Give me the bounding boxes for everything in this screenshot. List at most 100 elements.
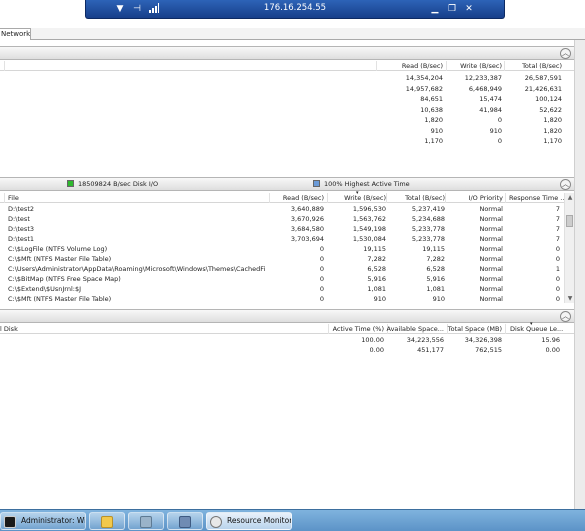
read-cell: 10,638 (420, 105, 443, 114)
read-cell: 3,670,926 (290, 215, 324, 223)
total-cell: 910 (432, 295, 445, 303)
folder-icon (101, 516, 113, 528)
col-write[interactable]: Write (B/sec) (344, 194, 386, 202)
tab-network[interactable]: Network (0, 28, 31, 40)
total-cell: 5,234,688 (411, 215, 445, 223)
table-row[interactable]: C:\$LogFile (NTFS Volume Log) 0 19,115 19,1… (0, 244, 574, 254)
col-write[interactable]: Write (B/sec) (460, 62, 502, 70)
col-total[interactable]: Total (B/sec) (405, 194, 445, 202)
taskbar-item-tools[interactable] (128, 512, 164, 530)
taskbar-item-network[interactable] (167, 512, 203, 530)
io-priority-cell: Normal (479, 255, 503, 263)
table-row[interactable]: D:\test3 3,684,580 1,549,198 5,233,778 Norma… (0, 224, 574, 234)
disk-activity-section-header[interactable]: 18509824 B/sec Disk I/O 100% Highest Act… (0, 177, 585, 191)
table-row[interactable]: 1,170 0 1,170 (0, 136, 574, 146)
scroll-thumb[interactable] (566, 215, 573, 227)
total-cell: 7,282 (426, 255, 445, 263)
rdp-address: 176.16.254.55 (263, 3, 327, 13)
table-row[interactable]: C:\$Mft (NTFS Master File Table) 0 910 910 N… (0, 294, 574, 304)
scroll-up-icon[interactable]: ▲ (566, 194, 574, 201)
write-cell: 41,984 (479, 105, 502, 114)
io-priority-cell: Normal (479, 275, 503, 283)
write-cell: 6,528 (367, 265, 386, 273)
table-row[interactable]: 84,651 15,474 100,124 (0, 94, 574, 104)
col-total-space[interactable]: Total Space (MB) (448, 325, 502, 333)
io-priority-cell: Normal (479, 205, 503, 213)
tab-strip: Network (0, 28, 585, 40)
write-cell: 7,282 (367, 255, 386, 263)
col-logical-disk[interactable]: l Disk (0, 325, 18, 333)
table-row[interactable]: 10,638 41,984 52,622 (0, 105, 574, 115)
response-time-cell: 0 (555, 295, 560, 303)
collapse-up-icon[interactable]: ︿ (560, 179, 571, 190)
table-row[interactable]: D:\test1 3,703,694 1,530,084 5,233,778 Norma… (0, 234, 574, 244)
file-cell: C:\$Mft (NTFS Master File Table) (8, 255, 112, 263)
window-right-edge (574, 40, 585, 509)
col-active-time[interactable]: Active Time (%) (333, 325, 384, 333)
file-cell: D:\test3 (8, 225, 35, 233)
table-row[interactable]: 0.00 451,177 762,515 0.00 (0, 345, 574, 355)
active-time-cell: 100.00 (361, 336, 384, 344)
restore-icon[interactable]: ❐ (446, 3, 458, 15)
scroll-down-icon[interactable]: ▼ (566, 295, 574, 302)
close-icon[interactable]: ✕ (463, 3, 475, 15)
io-priority-cell: Normal (479, 225, 503, 233)
table-row[interactable]: D:\test2 3,640,889 1,596,530 5,237,419 Norma… (0, 204, 574, 214)
storage-section-header[interactable]: ︿ (0, 309, 585, 323)
table-row[interactable]: 910 910 1,820 (0, 126, 574, 136)
read-cell: 0 (319, 275, 324, 283)
table-row[interactable]: C:\$BitMap (NTFS Free Space Map) 0 5,916 5,… (0, 274, 574, 284)
available-space-cell: 451,177 (417, 346, 444, 354)
col-response-time[interactable]: Response Time ... (509, 194, 566, 202)
file-cell: C:\$Extend\$UsnJrnl:$J (8, 285, 82, 293)
write-cell: 910 (489, 126, 502, 135)
taskbar-item-administrator-console[interactable]: Administrator: Wi... (0, 512, 86, 530)
console-icon (4, 516, 16, 528)
response-time-cell: 7 (555, 235, 560, 243)
table-row[interactable]: 14,354,204 12,233,387 26,587,591 (0, 73, 574, 83)
total-cell: 1,170 (543, 137, 562, 145)
total-cell: 19,115 (422, 245, 445, 253)
col-disk-queue[interactable]: Disk Queue Le... (510, 325, 563, 333)
disk-scrollbar[interactable]: ▲ ▼ (564, 193, 574, 303)
table-row[interactable]: C:\Users\Administrator\AppData\Roaming\M… (0, 264, 574, 274)
read-cell: 14,957,682 (405, 84, 443, 93)
table-row[interactable]: D:\test 3,670,926 1,563,762 5,234,688 Normal… (0, 214, 574, 224)
table-row[interactable]: C:\$Mft (NTFS Master File Table) 0 7,282 7,… (0, 254, 574, 264)
file-cell: D:\test1 (8, 235, 35, 243)
table-row[interactable]: 100.00 34,223,556 34,326,398 15.96 (0, 335, 574, 345)
col-total[interactable]: Total (B/sec) (522, 62, 562, 70)
active-time-legend: 100% Highest Active Time (313, 180, 410, 188)
network-icon (179, 516, 191, 528)
minimize-icon[interactable]: ▁ (429, 3, 441, 15)
taskbar-item-resource-monitor[interactable]: Resource Monitor (206, 512, 292, 530)
processes-column-header: Read (B/sec) Write (B/sec) Total (B/sec) (0, 61, 574, 71)
col-available-space[interactable]: Available Space... (387, 325, 445, 333)
processes-section-header[interactable]: ︿ (0, 46, 585, 60)
col-read[interactable]: Read (B/sec) (402, 62, 443, 70)
collapse-up-icon[interactable]: ︿ (560, 48, 571, 59)
response-time-cell: 0 (555, 245, 560, 253)
col-io-priority[interactable]: I/O Priority (469, 194, 503, 202)
collapse-up-icon[interactable]: ︿ (560, 311, 571, 322)
table-row[interactable]: C:\$Extend\$UsnJrnl:$J 0 1,081 1,081 Normal 0 (0, 284, 574, 294)
io-priority-cell: Normal (479, 285, 503, 293)
io-priority-cell: Normal (479, 215, 503, 223)
col-file[interactable]: File (8, 194, 19, 202)
write-cell: 1,563,762 (352, 215, 386, 223)
taskbar-item-explorer[interactable] (89, 512, 125, 530)
table-row[interactable]: 1,820 0 1,820 (0, 115, 574, 125)
total-cell: 21,426,631 (524, 84, 562, 93)
total-cell: 5,233,778 (411, 225, 445, 233)
active-time-cell: 0.00 (369, 346, 384, 354)
table-row[interactable]: 14,957,682 6,468,949 21,426,631 (0, 84, 574, 94)
col-read[interactable]: Read (B/sec) (283, 194, 324, 202)
io-priority-cell: Normal (479, 265, 503, 273)
active-time-swatch (313, 180, 320, 187)
total-cell: 1,081 (426, 285, 445, 293)
total-cell: 100,124 (535, 95, 562, 103)
write-cell: 1,549,198 (352, 225, 386, 233)
read-cell: 910 (430, 126, 443, 135)
write-cell: 15,474 (479, 95, 502, 103)
disk-queue-cell: 0.00 (545, 346, 560, 354)
